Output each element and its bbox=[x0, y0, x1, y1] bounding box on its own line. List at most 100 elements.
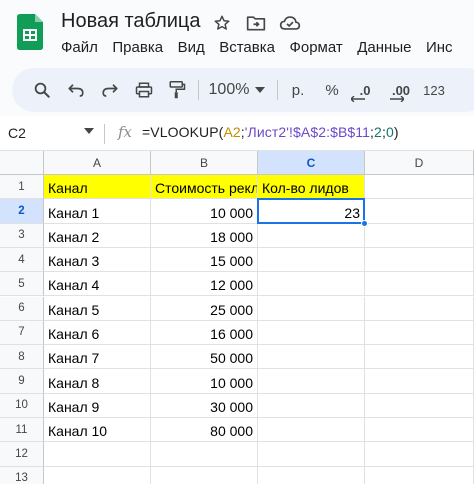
row-header[interactable]: 1 bbox=[0, 175, 44, 200]
cell-c6[interactable] bbox=[258, 296, 365, 321]
cell-d7[interactable] bbox=[365, 320, 474, 346]
cloud-status-icon[interactable] bbox=[278, 11, 302, 35]
document-title[interactable]: Новая таблица bbox=[61, 10, 201, 33]
cell-b6[interactable]: 25 000 bbox=[151, 296, 258, 321]
menu-file[interactable]: Файл bbox=[61, 39, 98, 56]
menu-edit[interactable]: Правка bbox=[112, 39, 163, 56]
cell-d3[interactable] bbox=[365, 223, 474, 248]
cell-a11[interactable]: Канал 10 bbox=[44, 418, 151, 443]
cell-b5[interactable]: 12 000 bbox=[151, 272, 258, 297]
fill-handle[interactable] bbox=[361, 219, 368, 227]
chevron-down-icon[interactable] bbox=[84, 128, 94, 134]
cell-a12[interactable] bbox=[44, 442, 151, 467]
zoom-select[interactable]: 100% bbox=[202, 78, 272, 102]
menu-data[interactable]: Данные bbox=[357, 39, 411, 56]
cell-b12[interactable] bbox=[151, 442, 258, 467]
formula-arg-3: 2 bbox=[374, 124, 382, 140]
name-box[interactable]: C2 bbox=[8, 125, 26, 141]
cell-d12[interactable] bbox=[365, 442, 474, 467]
undo-icon[interactable] bbox=[64, 78, 88, 102]
more-formats-button[interactable]: 123 bbox=[420, 78, 448, 102]
cell-b8[interactable]: 50 000 bbox=[151, 345, 258, 370]
cell-a4[interactable]: Канал 3 bbox=[44, 247, 151, 273]
row-header[interactable]: 3 bbox=[0, 223, 44, 248]
row-header[interactable]: 9 bbox=[0, 369, 44, 394]
search-icon[interactable] bbox=[30, 78, 54, 102]
sheets-logo-icon[interactable] bbox=[17, 14, 43, 50]
cell-c11[interactable] bbox=[258, 418, 365, 443]
cell-a6[interactable]: Канал 5 bbox=[44, 296, 151, 321]
cell-c2[interactable]: 23 bbox=[258, 199, 365, 224]
menu-tools[interactable]: Инс bbox=[426, 39, 453, 56]
column-header-d[interactable]: D bbox=[365, 151, 474, 175]
cell-c3[interactable] bbox=[258, 223, 365, 248]
row-header[interactable]: 5 bbox=[0, 272, 44, 297]
cell-d11[interactable] bbox=[365, 418, 474, 443]
print-icon[interactable] bbox=[132, 78, 156, 102]
formula-input[interactable]: =VLOOKUP(A2;'Лист2'!$A$2:$B$11;2;0) bbox=[142, 124, 399, 140]
cell-d4[interactable] bbox=[365, 247, 474, 273]
cell-b1[interactable]: Стоимость рекл bbox=[151, 175, 258, 200]
cell-d8[interactable] bbox=[365, 345, 474, 370]
row-header[interactable]: 6 bbox=[0, 296, 44, 321]
row-header[interactable]: 10 bbox=[0, 393, 44, 418]
formula-arg-4: 0 bbox=[385, 124, 394, 140]
paint-format-icon[interactable] bbox=[165, 78, 189, 102]
row-header[interactable]: 4 bbox=[0, 247, 44, 273]
cell-c7[interactable] bbox=[258, 320, 365, 346]
menu-bar: Файл Правка Вид Вставка Формат Данные Ин… bbox=[61, 39, 467, 56]
row-header[interactable]: 12 bbox=[0, 442, 44, 467]
cell-c12[interactable] bbox=[258, 442, 365, 467]
row-header[interactable]: 8 bbox=[0, 345, 44, 370]
cell-d6[interactable] bbox=[365, 296, 474, 321]
cell-b10[interactable]: 30 000 bbox=[151, 393, 258, 418]
cell-b2[interactable]: 10 000 bbox=[151, 199, 258, 224]
row-header[interactable]: 7 bbox=[0, 320, 44, 346]
menu-view[interactable]: Вид bbox=[178, 39, 205, 56]
cell-a13[interactable] bbox=[44, 466, 151, 484]
cell-c1[interactable]: Кол-во лидов bbox=[258, 175, 365, 200]
cell-d5[interactable] bbox=[365, 272, 474, 297]
cell-d13[interactable] bbox=[365, 466, 474, 484]
cell-a10[interactable]: Канал 9 bbox=[44, 393, 151, 418]
cell-c10[interactable] bbox=[258, 393, 365, 418]
cell-c8[interactable] bbox=[258, 345, 365, 370]
cell-b3[interactable]: 18 000 bbox=[151, 223, 258, 248]
cell-b7[interactable]: 16 000 bbox=[151, 320, 258, 346]
cell-a5[interactable]: Канал 4 bbox=[44, 272, 151, 297]
select-all-corner[interactable] bbox=[0, 151, 44, 175]
menu-format[interactable]: Формат bbox=[289, 39, 342, 56]
cell-d2[interactable] bbox=[365, 199, 474, 224]
cell-c5[interactable] bbox=[258, 272, 365, 297]
cell-a1[interactable]: Канал bbox=[44, 175, 151, 200]
column-header-b[interactable]: B bbox=[151, 151, 258, 175]
cell-b13[interactable] bbox=[151, 466, 258, 484]
cell-d10[interactable] bbox=[365, 393, 474, 418]
cell-c4[interactable] bbox=[258, 247, 365, 273]
zoom-value: 100% bbox=[208, 81, 250, 98]
cell-a8[interactable]: Канал 7 bbox=[44, 345, 151, 370]
cell-b4[interactable]: 15 000 bbox=[151, 247, 258, 273]
cell-d1[interactable] bbox=[365, 175, 474, 200]
star-icon[interactable] bbox=[210, 11, 234, 35]
move-to-folder-icon[interactable] bbox=[244, 11, 268, 35]
cell-b11[interactable]: 80 000 bbox=[151, 418, 258, 443]
cell-a7[interactable]: Канал 6 bbox=[44, 320, 151, 346]
cell-a2[interactable]: Канал 1 bbox=[44, 199, 151, 224]
cell-d9[interactable] bbox=[365, 369, 474, 394]
cell-a9[interactable]: Канал 8 bbox=[44, 369, 151, 394]
row-header[interactable]: 11 bbox=[0, 418, 44, 443]
cell-a3[interactable]: Канал 2 bbox=[44, 223, 151, 248]
percent-format-button[interactable]: % bbox=[320, 78, 344, 102]
row-header[interactable]: 13 bbox=[0, 466, 44, 484]
cell-b9[interactable]: 10 000 bbox=[151, 369, 258, 394]
redo-icon[interactable] bbox=[98, 78, 122, 102]
currency-format-button[interactable]: р. bbox=[284, 78, 312, 102]
column-header-c[interactable]: C bbox=[258, 151, 365, 175]
column-header-a[interactable]: A bbox=[44, 151, 151, 175]
row-header[interactable]: 2 bbox=[0, 199, 44, 224]
formula-suffix: ) bbox=[393, 124, 399, 140]
menu-insert[interactable]: Вставка bbox=[219, 39, 275, 56]
cell-c13[interactable] bbox=[258, 466, 365, 484]
cell-c9[interactable] bbox=[258, 369, 365, 394]
